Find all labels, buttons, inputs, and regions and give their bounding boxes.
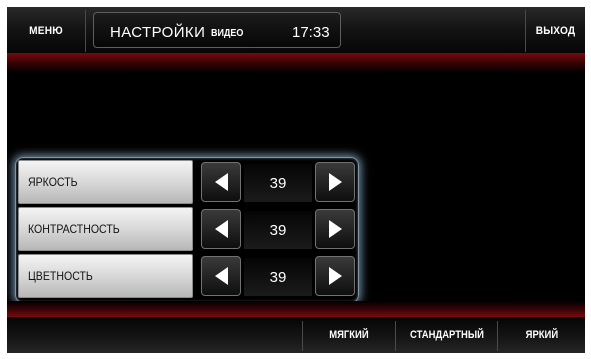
- page-title: НАСТРОЙКИ: [110, 24, 206, 41]
- divider: [525, 10, 526, 52]
- menu-button[interactable]: МЕНЮ: [10, 7, 82, 55]
- brightness-decrease-button[interactable]: [201, 162, 241, 202]
- color-saturation-value: 39: [244, 258, 312, 296]
- brightness-row: ЯРКОСТЬ 39: [18, 160, 355, 204]
- brightness-value: 39: [244, 164, 312, 202]
- color-saturation-row: ЦВЕТНОСТЬ 39: [18, 254, 355, 298]
- bottom-red-glow: [7, 301, 585, 317]
- triangle-right-icon: [328, 173, 342, 191]
- contrast-row: КОНТРАСТНОСТЬ 39: [18, 207, 355, 251]
- brightness-increase-button[interactable]: [315, 162, 355, 202]
- triangle-right-icon: [328, 267, 342, 285]
- preset-standard-button[interactable]: СТАНДАРТНЫЙ: [396, 317, 497, 353]
- video-settings-screen: МЕНЮ НАСТРОЙКИ ВИДЕО 17:33 ВЫХОД ЯРКОСТЬ…: [7, 7, 585, 353]
- triangle-left-icon: [214, 173, 228, 191]
- contrast-label[interactable]: КОНТРАСТНОСТЬ: [18, 207, 193, 251]
- triangle-left-icon: [214, 267, 228, 285]
- contrast-increase-button[interactable]: [315, 209, 355, 249]
- color-saturation-decrease-button[interactable]: [201, 256, 241, 296]
- top-bar: МЕНЮ НАСТРОЙКИ ВИДЕО 17:33 ВЫХОД: [7, 7, 585, 55]
- preset-bright-button[interactable]: ЯРКИЙ: [498, 317, 585, 353]
- top-red-glow: [7, 53, 585, 73]
- color-saturation-increase-button[interactable]: [315, 256, 355, 296]
- settings-panel: ЯРКОСТЬ 39 КОНТРАСТНОСТЬ 39 ЦВЕТНОСТЬ 39: [15, 157, 359, 303]
- page-subtitle: ВИДЕО: [211, 28, 244, 39]
- contrast-decrease-button[interactable]: [201, 209, 241, 249]
- divider: [85, 10, 86, 52]
- contrast-value: 39: [244, 211, 312, 249]
- title-display: НАСТРОЙКИ ВИДЕО 17:33: [93, 12, 341, 48]
- exit-button[interactable]: ВЫХОД: [528, 7, 582, 55]
- brightness-label[interactable]: ЯРКОСТЬ: [18, 160, 193, 204]
- triangle-right-icon: [328, 220, 342, 238]
- clock: 17:33: [292, 24, 330, 41]
- preset-soft-button[interactable]: МЯГКИЙ: [303, 317, 395, 353]
- triangle-left-icon: [214, 220, 228, 238]
- color-saturation-label[interactable]: ЦВЕТНОСТЬ: [18, 254, 193, 298]
- bottom-bar: МЯГКИЙ СТАНДАРТНЫЙ ЯРКИЙ: [7, 317, 585, 353]
